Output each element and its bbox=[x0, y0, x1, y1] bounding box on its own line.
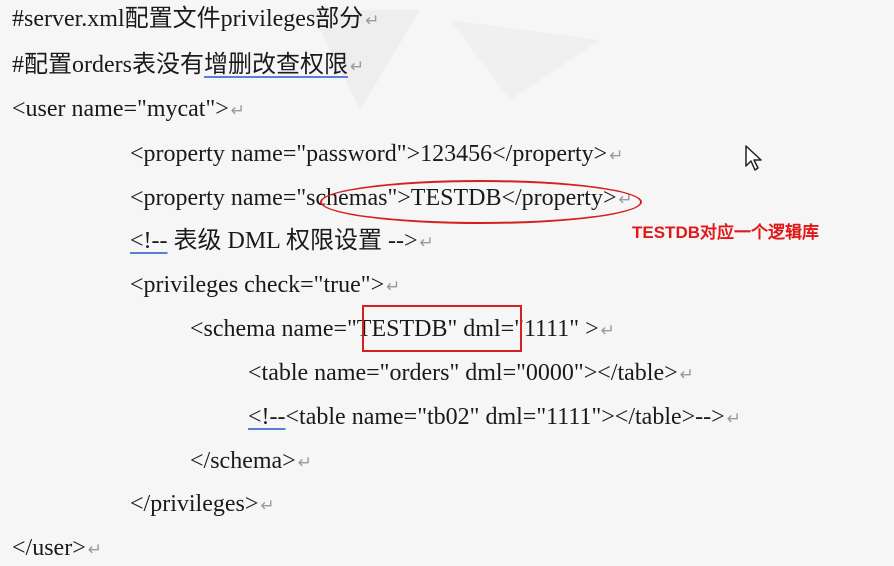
code-text: <privileges check="true"> bbox=[130, 272, 385, 298]
paragraph-mark-icon: ↵ bbox=[419, 233, 434, 253]
code-line-user-open: <user name="mycat"> ↵ bbox=[12, 94, 245, 124]
comment-open-underlined: <!-- bbox=[130, 228, 168, 254]
comment-text-underlined: 增删改查权限 bbox=[203, 52, 348, 78]
code-text: 表级 DML 权限设置 --> bbox=[167, 228, 418, 254]
paragraph-mark-icon: ↵ bbox=[260, 496, 275, 516]
highlight-box bbox=[362, 305, 522, 352]
paragraph-mark-icon: ↵ bbox=[87, 540, 102, 560]
paragraph-mark-icon: ↵ bbox=[386, 277, 401, 297]
code-text: </schema> bbox=[190, 448, 296, 474]
comment-text: #配置orders表没有 bbox=[12, 52, 204, 78]
paragraph-mark-icon: ↵ bbox=[365, 11, 380, 31]
code-text: <property name="password">123456</proper… bbox=[130, 141, 608, 167]
annotation-note: TESTDB对应一个逻辑库 bbox=[632, 223, 819, 242]
paragraph-mark-icon: ↵ bbox=[609, 146, 624, 166]
paragraph-mark-icon: ↵ bbox=[297, 453, 312, 473]
code-line-property-password: <property name="password">123456</proper… bbox=[130, 139, 623, 169]
paragraph-mark-icon: ↵ bbox=[600, 321, 615, 341]
code-text: <table name="orders" dml="0000"></table> bbox=[248, 360, 678, 386]
paragraph-mark-icon: ↵ bbox=[349, 57, 365, 77]
paragraph-mark-icon: ↵ bbox=[230, 101, 246, 121]
paragraph-mark-icon: ↵ bbox=[726, 409, 741, 429]
code-line-privileges-close: </privileges> ↵ bbox=[130, 489, 275, 519]
code-line-table-tb02-comment: <!--<table name="tb02" dml="1111"></tabl… bbox=[248, 402, 741, 432]
paragraph-mark-icon: ↵ bbox=[679, 365, 694, 385]
code-line-dml-comment: <!-- 表级 DML 权限设置 --> ↵ bbox=[130, 226, 434, 256]
comment-line-1: #server.xml配置文件privileges部分 ↵ bbox=[12, 4, 380, 34]
code-line-table-orders: <table name="orders" dml="0000"></table>… bbox=[248, 358, 694, 388]
code-text: </user> bbox=[12, 535, 86, 561]
code-text: <user name="mycat"> bbox=[12, 96, 229, 122]
highlight-ellipse bbox=[320, 180, 642, 224]
code-line-user-close: </user> ↵ bbox=[12, 533, 102, 563]
code-line-privileges-open: <privileges check="true"> ↵ bbox=[130, 270, 400, 300]
code-line-schema-close: </schema> ↵ bbox=[190, 446, 312, 476]
mouse-pointer-icon bbox=[745, 145, 762, 171]
comment-open-underlined: <!-- bbox=[248, 404, 286, 430]
code-text: </privileges> bbox=[130, 491, 259, 517]
comment-line-2: #配置orders表没有增删改查权限 ↵ bbox=[12, 50, 364, 80]
comment-text: #server.xml配置文件privileges部分 bbox=[12, 6, 364, 32]
code-text: <table name="tb02" dml="1111"></table>--… bbox=[285, 404, 725, 430]
